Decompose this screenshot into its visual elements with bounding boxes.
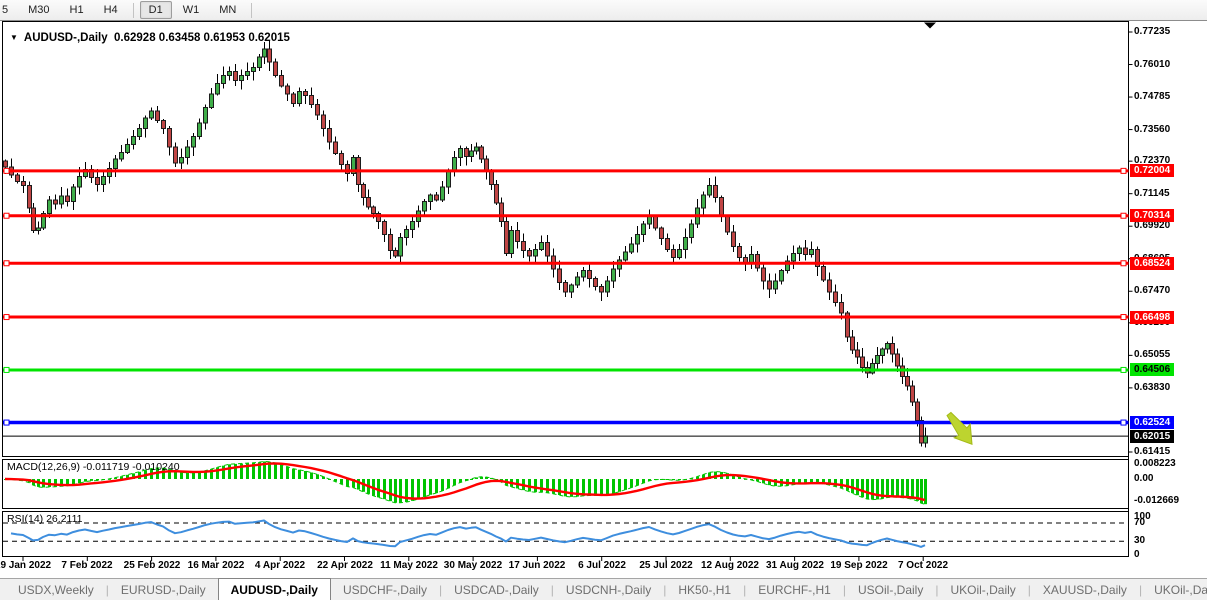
rsi-indicator-label: RSI(14) 26.2111 <box>7 513 83 525</box>
line-drag-handle[interactable] <box>4 213 9 218</box>
rsi-line <box>11 521 925 547</box>
price-tick-label: 0.63830 <box>1134 383 1170 393</box>
tab-eurchf-h1[interactable]: EURCHF-,H1 <box>746 579 843 600</box>
price-level-badge: 0.64506 <box>1130 363 1174 376</box>
price-tick-label: 0.61415 <box>1134 447 1170 457</box>
price-level-badge: 0.68524 <box>1130 257 1174 270</box>
line-drag-handle[interactable] <box>4 261 9 266</box>
chart-title: ▼ AUDUSD-,Daily 0.62928 0.63458 0.61953 0… <box>10 32 290 44</box>
chart-ohlc-values: 0.62928 0.63458 0.61953 0.62015 <box>114 32 290 44</box>
tab-hk50-h1[interactable]: HK50-,H1 <box>666 579 743 600</box>
timeframe-button-h1[interactable]: H1 <box>61 1 93 19</box>
price-tick-label: 0.74785 <box>1134 92 1170 102</box>
toolbar-separator <box>251 3 252 18</box>
chart-canvas[interactable] <box>0 0 1207 600</box>
timeframe-button-w1[interactable]: W1 <box>174 1 209 19</box>
rsi-scale-label: 30 <box>1134 536 1145 546</box>
price-tick-label: 0.65055 <box>1134 350 1170 360</box>
line-drag-handle[interactable] <box>1121 367 1126 372</box>
tab-eurusd-daily[interactable]: EURUSD-,Daily <box>109 579 218 600</box>
price-tick-label: 0.73560 <box>1134 125 1170 135</box>
current-price-badge: 0.62015 <box>1130 430 1174 443</box>
line-drag-handle[interactable] <box>1121 261 1126 266</box>
line-drag-handle[interactable] <box>1121 213 1126 218</box>
timeframe-button-d1[interactable]: D1 <box>140 1 172 19</box>
tab-usdx-weekly[interactable]: USDX,Weekly <box>6 579 106 600</box>
horizontal-level-line[interactable] <box>3 261 1129 266</box>
candlestick-series <box>4 41 928 448</box>
down-arrow-annotation[interactable] <box>941 408 981 451</box>
rsi-scale-label: 70 <box>1134 518 1145 528</box>
symbol-dropdown-icon[interactable]: ▼ <box>10 33 18 42</box>
price-tick-label: 0.76010 <box>1134 60 1170 70</box>
chart-tab-bar: USDX,Weekly|EURUSD-,DailyAUDUSD-,DailyUS… <box>0 578 1207 600</box>
price-level-badge: 0.72004 <box>1130 164 1174 177</box>
macd-scale-label: 0.008223 <box>1134 459 1176 469</box>
timeframe-button-mn[interactable]: MN <box>210 1 245 19</box>
date-axis-label: 7 Feb 2022 <box>51 560 123 571</box>
timeframe-button-m30[interactable]: M30 <box>19 1 58 19</box>
date-axis-label: 6 Jul 2022 <box>566 560 638 571</box>
rsi-pane-border <box>3 512 1129 557</box>
tab-ukoil-da[interactable]: UKOil-,Da <box>1142 579 1207 600</box>
price-tick-label: 0.69920 <box>1134 221 1170 231</box>
horizontal-level-line[interactable] <box>3 367 1129 372</box>
tab-usdcad-daily[interactable]: USDCAD-,Daily <box>442 579 551 600</box>
date-axis-label: 12 Aug 2022 <box>694 560 766 571</box>
horizontal-level-line[interactable] <box>3 168 1129 173</box>
tab-usdcnh-daily[interactable]: USDCNH-,Daily <box>554 579 663 600</box>
chart-symbol-label: AUDUSD-,Daily <box>24 32 108 44</box>
tab-usdchf-daily[interactable]: USDCHF-,Daily <box>331 579 439 600</box>
timeframe-toolbar: 5M30H1H4 D1W1MN <box>0 0 1207 21</box>
mt4-chart-window: { "toolbar": { "items": [ {"type":"btn",… <box>0 0 1207 600</box>
date-axis-label: 25 Jul 2022 <box>630 560 702 571</box>
rsi-scale-label: 0 <box>1134 550 1140 560</box>
price-tick-label: 0.77235 <box>1134 27 1170 37</box>
price-level-badge: 0.66498 <box>1130 311 1174 324</box>
chart-shift-triangle[interactable] <box>924 23 936 29</box>
date-axis-label: 7 Oct 2022 <box>887 560 959 571</box>
line-drag-handle[interactable] <box>1121 168 1126 173</box>
line-drag-handle[interactable] <box>4 367 9 372</box>
line-drag-handle[interactable] <box>1121 315 1126 320</box>
line-drag-handle[interactable] <box>4 315 9 320</box>
tab-usoil-daily[interactable]: USOil-,Daily <box>846 579 935 600</box>
date-axis-label: 19 Sep 2022 <box>823 560 895 571</box>
date-axis-label: 31 Aug 2022 <box>759 560 831 571</box>
date-axis-label: 22 Apr 2022 <box>309 560 381 571</box>
price-level-badge: 0.62524 <box>1130 416 1174 429</box>
tab-audusd-daily[interactable]: AUDUSD-,Daily <box>218 578 331 600</box>
date-axis-label: 4 Apr 2022 <box>244 560 316 571</box>
line-drag-handle[interactable] <box>1121 420 1126 425</box>
price-tick-label: 0.67470 <box>1134 286 1170 296</box>
date-axis-label: 16 Mar 2022 <box>180 560 252 571</box>
tab-ukoil-daily[interactable]: UKOil-,Daily <box>938 579 1027 600</box>
horizontal-level-line[interactable] <box>3 315 1129 320</box>
date-axis-label: 30 May 2022 <box>437 560 509 571</box>
macd-indicator-label: MACD(12,26,9) -0.011719 -0.010240 <box>7 461 180 473</box>
macd-scale-label: -0.012669 <box>1134 496 1179 506</box>
toolbar-separator <box>133 3 134 18</box>
date-axis-label: 11 May 2022 <box>373 560 445 571</box>
date-axis-label: 25 Feb 2022 <box>116 560 188 571</box>
macd-scale-label: 0.00 <box>1134 474 1153 484</box>
timeframe-button-5[interactable]: 5 <box>0 1 17 19</box>
price-level-badge: 0.70314 <box>1130 209 1174 222</box>
timeframe-button-h4[interactable]: H4 <box>95 1 127 19</box>
main-pane-border <box>3 22 1129 457</box>
line-drag-handle[interactable] <box>4 420 9 425</box>
horizontal-level-line[interactable] <box>3 213 1129 218</box>
line-drag-handle[interactable] <box>4 168 9 173</box>
date-axis-label: 17 Jun 2022 <box>501 560 573 571</box>
tab-xauusd-daily[interactable]: XAUUSD-,Daily <box>1031 579 1139 600</box>
price-tick-label: 0.71145 <box>1134 189 1170 199</box>
